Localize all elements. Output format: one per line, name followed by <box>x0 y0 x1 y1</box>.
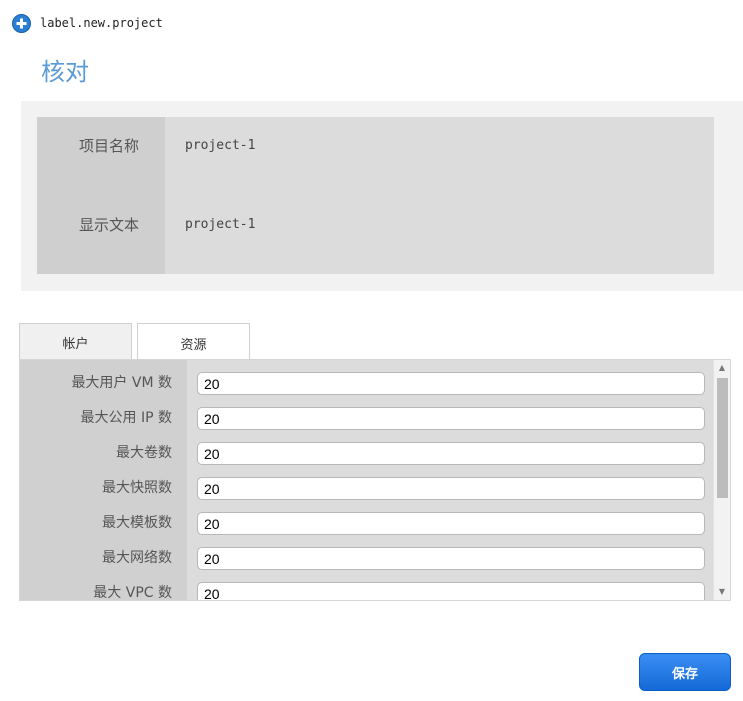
max-vpc-input[interactable] <box>197 582 705 600</box>
vertical-scrollbar[interactable]: ▲ ▼ <box>713 360 730 600</box>
resource-row-max-networks: 最大网络数 <box>20 541 715 576</box>
resource-row-max-vm: 最大用户 VM 数 <box>20 366 715 401</box>
max-volumes-input[interactable] <box>197 442 705 465</box>
resource-label: 最大 VPC 数 <box>93 585 172 601</box>
max-networks-input[interactable] <box>197 547 705 570</box>
resource-label: 最大用户 VM 数 <box>71 375 172 391</box>
review-row-display-text: 显示文本 project-1 <box>37 209 714 239</box>
plus-circle-icon[interactable] <box>12 13 31 33</box>
scroll-thumb[interactable] <box>717 378 728 498</box>
max-public-ip-input[interactable] <box>197 407 705 430</box>
tab-resources[interactable]: 资源 <box>137 323 250 362</box>
max-snapshots-input[interactable] <box>197 477 705 500</box>
resource-row-max-volumes: 最大卷数 <box>20 436 715 471</box>
review-table: 项目名称 project-1 显示文本 project-1 <box>37 117 714 274</box>
header-label: label.new.project <box>40 16 163 30</box>
review-row-project-name: 项目名称 project-1 <box>37 130 714 160</box>
resource-row-max-snapshots: 最大快照数 <box>20 471 715 506</box>
resource-row-max-vpc: 最大 VPC 数 <box>20 576 715 601</box>
save-button[interactable]: 保存 <box>639 653 731 691</box>
resource-label: 最大快照数 <box>102 480 172 496</box>
max-vm-input[interactable] <box>197 372 705 395</box>
page-title: 核对 <box>41 58 89 86</box>
review-section: 项目名称 project-1 显示文本 project-1 <box>21 101 743 291</box>
tab-account[interactable]: 帐户 <box>19 323 132 361</box>
header: label.new.project <box>12 13 163 33</box>
resource-label: 最大公用 IP 数 <box>80 410 172 426</box>
resource-row-max-templates: 最大模板数 <box>20 506 715 541</box>
max-templates-input[interactable] <box>197 512 705 535</box>
review-label: 项目名称 <box>78 136 139 155</box>
scroll-up-arrow-icon[interactable]: ▲ <box>714 360 730 376</box>
resource-row-max-ip: 最大公用 IP 数 <box>20 401 715 436</box>
resource-label: 最大网络数 <box>102 550 172 566</box>
resource-label: 最大模板数 <box>102 515 172 531</box>
scroll-down-arrow-icon[interactable]: ▼ <box>714 584 730 600</box>
review-value: project-1 <box>185 216 256 232</box>
review-label: 显示文本 <box>78 215 139 234</box>
resource-label: 最大卷数 <box>116 445 172 461</box>
resources-panel: 最大用户 VM 数 最大公用 IP 数 最大卷数 最大快照数 最大模板数 最大网… <box>19 359 731 601</box>
review-value: project-1 <box>185 137 256 153</box>
